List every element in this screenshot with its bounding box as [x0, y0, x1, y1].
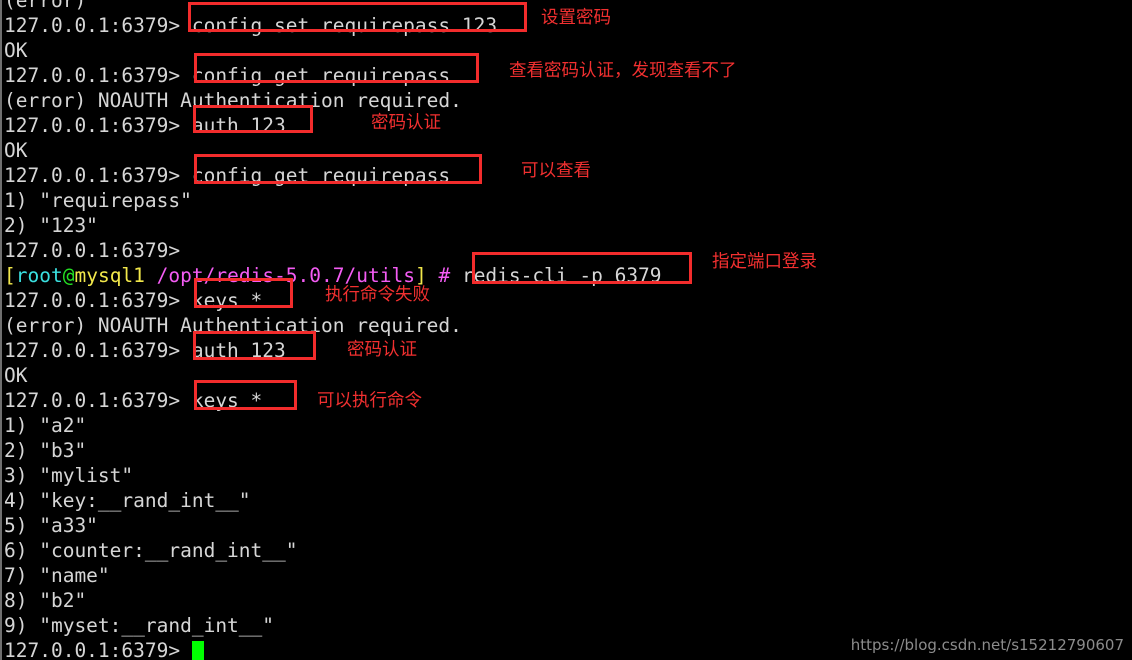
- terminal-line: 6) "counter:__rand_int__": [4, 539, 298, 562]
- terminal-line: 1) "requirepass": [4, 189, 192, 212]
- annotation-auth-1: 密码认证: [371, 113, 441, 133]
- prompt-at-symbol: @: [62, 264, 75, 287]
- terminal-line: 2) "123": [4, 214, 98, 237]
- terminal-line: OK: [4, 39, 28, 62]
- terminal-line: 127.0.0.1:6379>: [4, 239, 181, 262]
- terminal-screenshot: (error) 127.0.0.1:6379> config set requi…: [0, 0, 1132, 660]
- annotation-login-port: 指定端口登录: [712, 252, 817, 272]
- terminal-line: (error) NOAUTH Authentication required.: [4, 314, 462, 337]
- terminal-line: OK: [4, 139, 28, 162]
- terminal-line: 9) "myset:__rand_int__": [4, 614, 275, 637]
- terminal-output[interactable]: (error) 127.0.0.1:6379> config set requi…: [4, 0, 1124, 660]
- annotation-view-auth-fail: 查看密码认证，发现查看不了: [509, 61, 737, 81]
- terminal-line: 1) "a2": [4, 414, 87, 437]
- prompt-user: root: [15, 264, 63, 287]
- active-prompt-text: 127.0.0.1:6379>: [4, 639, 181, 660]
- terminal-line: 127.0.0.1:6379> auth 123: [4, 339, 286, 362]
- terminal-line: 3) "mylist": [4, 464, 134, 487]
- prompt-hostname: mysql1: [74, 264, 145, 287]
- prompt-space-2: [427, 264, 439, 287]
- annotation-set-password: 设置密码: [541, 8, 611, 28]
- terminal-line: 2) "b3": [4, 439, 87, 462]
- shell-prompt-line: [root@mysql1 /opt/redis-5.0.7/utils] # r…: [4, 263, 1124, 288]
- annotation-auth-2: 密码认证: [347, 340, 417, 360]
- terminal-cursor: [191, 641, 204, 660]
- prompt-bracket-close: ]: [414, 264, 427, 287]
- prompt-path: /opt/redis-5.0.7/utils: [156, 264, 415, 287]
- terminal-line: OK: [4, 364, 28, 387]
- annotation-can-run: 可以执行命令: [317, 391, 422, 411]
- prompt-hash-symbol: #: [438, 264, 451, 287]
- terminal-line: 127.0.0.1:6379> keys *: [4, 289, 263, 312]
- terminal-line: (error) NOAUTH Authentication required.: [4, 89, 462, 112]
- prompt-space-3: [450, 264, 462, 287]
- terminal-line: 8) "b2": [4, 589, 87, 612]
- terminal-line: 5) "a33": [4, 514, 98, 537]
- terminal-line: 4) "key:__rand_int__": [4, 489, 251, 512]
- annotation-cmd-failed: 执行命令失败: [325, 285, 430, 305]
- watermark-url: https://blog.csdn.net/s15212790607: [850, 636, 1124, 654]
- shell-command: redis-cli -p 6379: [461, 264, 662, 287]
- terminal-line: 127.0.0.1:6379> auth 123: [4, 114, 286, 137]
- terminal-line: 127.0.0.1:6379> keys *: [4, 389, 263, 412]
- terminal-left-border: [0, 0, 2, 660]
- terminal-line: 7) "name": [4, 564, 110, 587]
- prompt-bracket-open: [: [4, 264, 16, 287]
- annotation-can-view: 可以查看: [521, 161, 591, 181]
